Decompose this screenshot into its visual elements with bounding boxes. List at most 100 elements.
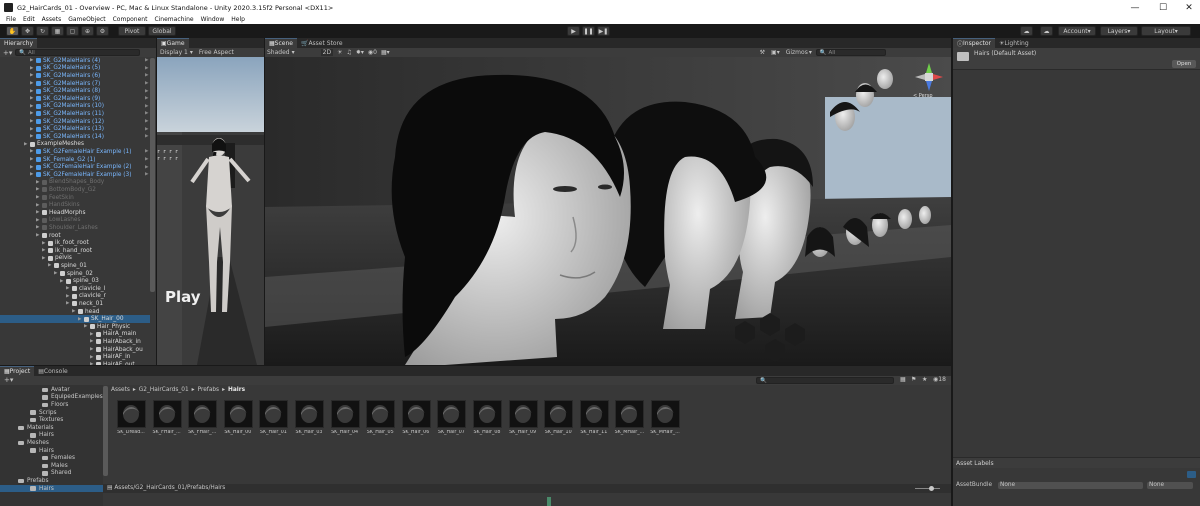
project-folder-row[interactable]: Hairs [0,432,103,440]
hierarchy-row[interactable]: ▶ SK_G2FemaleHair Example (3) ▶ [0,171,148,179]
prefab-open-arrow-icon[interactable]: ▶ [145,165,148,170]
hierarchy-scrollbar[interactable] [150,58,155,292]
hierarchy-row[interactable]: ▶ HairAF_in [0,353,130,361]
minimize-icon[interactable]: — [1122,0,1148,15]
project-folder-row[interactable]: Floors [0,401,103,409]
tab-lighting[interactable]: ☀ Lighting [995,38,1033,48]
hierarchy-row[interactable]: ▶ HairAF_out [0,361,135,365]
prefab-open-arrow-icon[interactable]: ▶ [145,119,148,124]
asset-bundle-dropdown[interactable]: None [998,481,1143,489]
prefab-open-arrow-icon[interactable]: ▶ [145,134,148,139]
hierarchy-row[interactable]: ▶ SK_G2MaleHairs (14) ▶ [0,133,148,141]
move-tool-icon[interactable]: ✥ [21,26,34,36]
hierarchy-row[interactable]: ▶ SK_G2MaleHairs (11) ▶ [0,110,148,118]
orientation-gizmo[interactable]: < Persp [911,59,947,101]
project-folder-row[interactable]: Females [0,454,103,462]
project-folder-row[interactable]: Hairs [0,447,103,455]
layers-dropdown[interactable]: Layers ▾ [1100,26,1138,36]
hierarchy-row[interactable]: ▶ SK_G2FemaleHair Example (2) ▶ [0,163,148,171]
close-icon[interactable]: ✕ [1176,0,1200,15]
asset-thumbnail[interactable] [401,400,431,428]
hierarchy-row[interactable]: ▶ HandSkins [0,201,80,209]
scene-search-input[interactable]: 🔍 All [815,49,886,56]
rect-tool-icon[interactable]: ▢ [66,26,79,36]
asset-thumbnail[interactable] [152,400,182,428]
tab-console[interactable]: ▤ Console [34,366,72,376]
menu-edit[interactable]: Edit [23,16,35,23]
asset-thumbnail[interactable] [473,400,502,428]
asset-thumbnail[interactable] [259,400,289,428]
play-icon[interactable]: ▶ [567,26,580,36]
project-search-input[interactable]: 🔍 [756,377,894,384]
project-folder-row[interactable]: Prefabs [0,477,103,485]
hierarchy-row[interactable]: ▶ SK_G2MaleHairs (4) ▶ [0,57,148,65]
grid-toggle-icon[interactable]: ▦▾ [381,49,390,56]
hierarchy-row[interactable]: ▶ BottomBody_G2 [0,186,96,194]
hierarchy-row[interactable]: ▶ spine_03 [0,277,99,285]
menu-help[interactable]: Help [231,16,245,23]
filter-label-icon[interactable]: ⚑ [911,376,916,383]
custom-tool-icon[interactable]: ⚙ [96,26,109,36]
prefab-open-arrow-icon[interactable]: ▶ [145,81,148,86]
hierarchy-row[interactable]: ▶ spine_01 [0,262,87,270]
hierarchy-search-input[interactable]: 🔍 All [15,49,141,56]
layout-dropdown[interactable]: Layout ▾ [1141,26,1191,36]
hierarchy-row[interactable]: ▶ spine_02 [0,270,93,278]
hierarchy-row[interactable]: ▶ SK_G2MaleHairs (9) ▶ [0,95,148,103]
transform-tool-icon[interactable]: ⊕ [81,26,94,36]
breadcrumb-item[interactable]: Assets [111,387,130,393]
global-toggle[interactable]: Global [148,26,176,36]
hierarchy-row[interactable]: ▶ SK_G2MaleHairs (12) ▶ [0,118,148,126]
project-folder-row[interactable]: Shared [0,470,103,478]
hierarchy-row[interactable]: ▶ SK_Female_G2 (1) ▶ [0,156,148,164]
hierarchy-row[interactable]: ▶ HairAback_ou [0,346,143,354]
effects-dropdown-icon[interactable]: ✸▾ [356,49,364,56]
hidden-packages-icon[interactable]: ◉18 [933,376,946,383]
project-folder-row[interactable]: Meshes [0,439,103,447]
hierarchy-row[interactable]: ▶ Shoulder_Lashes [0,224,98,232]
tab-project[interactable]: ▦ Project [0,366,35,376]
hierarchy-row[interactable]: ▶ SK_Hair_00 [0,315,150,323]
hierarchy-row[interactable]: ▶ ik_hand_root [0,247,92,255]
slider-handle[interactable] [929,486,934,491]
menu-assets[interactable]: Assets [42,16,62,23]
audio-toggle-icon[interactable]: ♫ [346,49,351,56]
hierarchy-row[interactable]: ▶ ExampleMeshes [0,141,84,149]
project-folder-row[interactable]: Hairs [0,484,103,493]
asset-thumbnail[interactable] [117,400,146,428]
asset-thumbnail[interactable] [615,400,645,428]
collab-icon[interactable]: ☁ [1020,26,1033,36]
project-folder-row[interactable]: Avatar [0,386,103,394]
asset-variant-dropdown[interactable]: None [1147,481,1193,489]
project-tree-scrollbar[interactable] [103,386,108,476]
prefab-open-arrow-icon[interactable]: ▶ [145,96,148,101]
project-folder-row[interactable]: EquipedExamples [0,394,103,402]
asset-thumbnail[interactable] [188,400,218,428]
hierarchy-row[interactable]: ▶ SK_G2MaleHairs (8) ▶ [0,87,148,95]
prefab-open-arrow-icon[interactable]: ▶ [145,58,148,63]
pause-icon[interactable]: ❚❚ [582,26,595,36]
hierarchy-row[interactable]: ▶ ik_foot_root [0,239,89,247]
hierarchy-row[interactable]: ▶ HairAback_in [0,338,141,346]
menu-component[interactable]: Component [113,16,148,23]
hierarchy-row[interactable]: ▶ LowLashes [0,217,80,225]
project-folder-row[interactable]: Scrips [0,409,103,417]
hierarchy-row[interactable]: ▶ SK_G2MaleHairs (10) ▶ [0,103,148,111]
rotate-tool-icon[interactable]: ↻ [36,26,49,36]
asset-thumbnail[interactable] [223,400,253,428]
project-folder-row[interactable]: Materials [0,424,103,432]
prefab-open-arrow-icon[interactable]: ▶ [145,89,148,94]
hierarchy-row[interactable]: ▶ clavicle_r [0,293,106,301]
prefab-open-arrow-icon[interactable]: ▶ [145,66,148,71]
tab-inspector[interactable]: ⓘ Inspector [953,38,996,48]
add-icon[interactable]: +▾ [3,49,12,57]
tab-scene[interactable]: ▦ Scene [265,38,297,48]
menu-file[interactable]: File [6,16,16,23]
asset-thumbnail[interactable] [579,400,609,428]
asset-thumbnail[interactable] [508,400,538,428]
menu-window[interactable]: Window [201,16,225,23]
hierarchy-row[interactable]: ▶ HairA_main [0,331,136,339]
project-folder-row[interactable]: Textures [0,416,103,424]
hierarchy-row[interactable]: ▶ SK_G2MaleHairs (13) ▶ [0,125,148,133]
maximize-icon[interactable]: ☐ [1150,0,1176,15]
